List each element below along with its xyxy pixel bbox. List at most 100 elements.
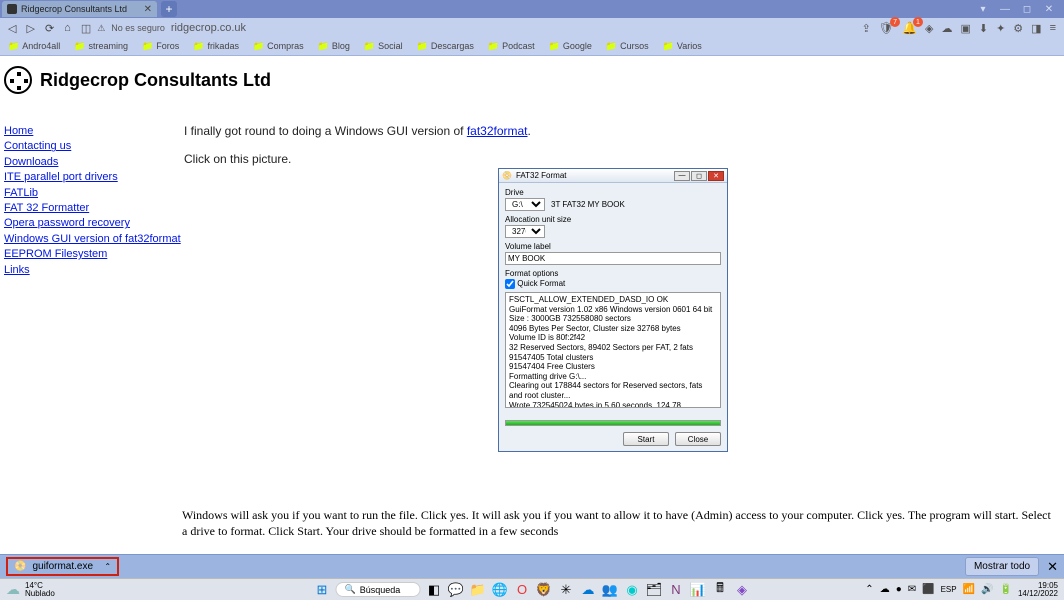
back-button[interactable]: ◁: [8, 22, 16, 35]
language-indicator[interactable]: ESP: [941, 585, 957, 594]
app-icon[interactable]: ◉: [624, 581, 641, 598]
nav-link[interactable]: Links: [4, 263, 184, 278]
mail-icon[interactable]: ✉: [908, 584, 916, 595]
menu-icon[interactable]: ≡: [1050, 22, 1056, 34]
alloc-label: Allocation unit size: [505, 215, 721, 224]
bookmark-folder[interactable]: Compras: [253, 41, 304, 52]
bookmark-folder[interactable]: Descargas: [417, 41, 474, 52]
nav-link[interactable]: Downloads: [4, 155, 184, 170]
onedrive-tray-icon[interactable]: ☁: [880, 584, 890, 595]
download-filename: guiformat.exe: [32, 561, 93, 572]
minimize-icon[interactable]: —: [998, 4, 1012, 15]
teams-icon[interactable]: 👥: [602, 581, 619, 598]
alloc-select[interactable]: 32768: [505, 225, 545, 238]
insecure-icon[interactable]: ⚠: [97, 23, 105, 34]
maximize-icon[interactable]: ◻: [1020, 4, 1034, 15]
close-window-icon[interactable]: ✕: [1042, 4, 1056, 15]
explorer-icon[interactable]: 🗂: [646, 581, 663, 598]
bookmark-folder[interactable]: frikadas: [193, 41, 239, 52]
browser-tab[interactable]: Ridgecrop Consultants Ltd ✕: [2, 1, 157, 17]
notification-icon[interactable]: 🔔: [902, 21, 917, 35]
chrome-icon[interactable]: 🌐: [492, 581, 509, 598]
weather-widget[interactable]: ☁ 14°CNublado: [6, 581, 55, 598]
app-icon[interactable]: ◈: [734, 581, 751, 598]
tab-title: Ridgecrop Consultants Ltd: [21, 4, 127, 14]
wallet-icon[interactable]: ▣: [960, 22, 970, 35]
chat-icon[interactable]: 💬: [448, 581, 465, 598]
nav-link[interactable]: FATLib: [4, 186, 184, 201]
explorer-icon[interactable]: 📁: [470, 581, 487, 598]
app-icon[interactable]: 📊: [690, 581, 707, 598]
bookmark-folder[interactable]: Podcast: [488, 41, 535, 52]
nav-link[interactable]: Opera password recovery: [4, 216, 184, 231]
url-text[interactable]: ridgecrop.co.uk: [171, 22, 246, 34]
drive-select[interactable]: G:\: [505, 198, 545, 211]
bookmark-folder[interactable]: Foros: [142, 41, 179, 52]
bookmarks-bar: Andro4all streaming Foros frikadas Compr…: [0, 38, 1064, 56]
bookmark-folder[interactable]: Varios: [663, 41, 702, 52]
tray-icon[interactable]: ⬛: [922, 584, 934, 595]
new-tab-button[interactable]: +: [161, 1, 177, 17]
download-item[interactable]: 📀 guiformat.exe ⌃: [6, 557, 119, 576]
volume-label-input[interactable]: [505, 252, 721, 265]
extensions-icon[interactable]: ✦: [996, 22, 1005, 35]
close-button[interactable]: ✕: [708, 171, 724, 181]
calculator-icon[interactable]: 🖩: [712, 581, 729, 598]
search-icon: 🔍: [345, 584, 356, 595]
home-button[interactable]: ⌂: [64, 22, 71, 34]
share-icon[interactable]: ⇪: [862, 22, 871, 35]
battery-icon[interactable]: 🔋: [1000, 584, 1012, 595]
nav-link[interactable]: EEPROM Filesystem: [4, 247, 184, 262]
chevron-up-icon[interactable]: ⌃: [104, 562, 111, 571]
volume-icon[interactable]: 🔊: [981, 584, 993, 595]
bookmark-folder[interactable]: Blog: [318, 41, 350, 52]
task-view-icon[interactable]: ◧: [426, 581, 443, 598]
bookmark-folder[interactable]: streaming: [74, 41, 128, 52]
bookmark-folder[interactable]: Social: [364, 41, 403, 52]
format-options-label: Format options: [505, 269, 721, 278]
opera-icon[interactable]: O: [514, 581, 531, 598]
bookmark-folder[interactable]: Google: [549, 41, 592, 52]
sidebar-toggle-icon[interactable]: ◫: [81, 22, 91, 35]
download-shelf: 📀 guiformat.exe ⌃ Mostrar todo ✕: [0, 554, 1064, 578]
close-tab-icon[interactable]: ✕: [144, 4, 152, 15]
start-button[interactable]: ⊞: [314, 581, 331, 598]
maximize-button[interactable]: ◻: [691, 171, 707, 181]
brave-icon[interactable]: 🦁: [536, 581, 553, 598]
sidebar-icon[interactable]: ◨: [1031, 22, 1041, 35]
network-icon[interactable]: 📶: [963, 584, 975, 595]
easy-setup-icon[interactable]: ⚙: [1013, 22, 1023, 35]
vpn-icon[interactable]: ◈: [925, 22, 933, 35]
adblock-icon[interactable]: 🛡: [879, 21, 894, 35]
security-text: No es seguro: [111, 23, 165, 33]
close-app-button[interactable]: Close: [675, 432, 721, 446]
bookmark-folder[interactable]: Cursos: [606, 41, 649, 52]
nav-link[interactable]: Home: [4, 124, 184, 139]
nav-link[interactable]: FAT 32 Formatter: [4, 201, 184, 216]
search-bar[interactable]: 🔍Búsqueda: [336, 582, 421, 597]
reload-button[interactable]: ⟳: [45, 22, 54, 35]
show-all-downloads[interactable]: Mostrar todo: [965, 557, 1039, 576]
app-icon: 📀: [502, 171, 512, 180]
quick-format-checkbox[interactable]: [505, 279, 515, 289]
app-icon[interactable]: ✳: [558, 581, 575, 598]
tray-icon[interactable]: ●: [896, 584, 902, 595]
forward-button[interactable]: ▷: [26, 22, 34, 35]
file-icon: 📀: [14, 561, 26, 572]
close-shelf-icon[interactable]: ✕: [1047, 559, 1058, 575]
clock[interactable]: 19:0514/12/2022: [1018, 582, 1058, 598]
chevron-down-icon[interactable]: ▾: [976, 4, 990, 15]
chevron-up-icon[interactable]: ⌃: [865, 584, 873, 595]
minimize-button[interactable]: —: [674, 171, 690, 181]
bookmark-folder[interactable]: Andro4all: [8, 41, 60, 52]
downloads-icon[interactable]: ⬇: [979, 22, 988, 35]
nav-link[interactable]: ITE parallel port drivers: [4, 170, 184, 185]
onedrive-icon[interactable]: ☁: [580, 581, 597, 598]
fat32format-link[interactable]: fat32format: [467, 124, 528, 138]
drive-label: Drive: [505, 188, 721, 197]
weather-ext-icon[interactable]: ☁: [941, 22, 952, 35]
onenote-icon[interactable]: N: [668, 581, 685, 598]
nav-link[interactable]: Windows GUI version of fat32format: [4, 232, 184, 247]
start-button[interactable]: Start: [623, 432, 669, 446]
nav-link[interactable]: Contacting us: [4, 139, 184, 154]
